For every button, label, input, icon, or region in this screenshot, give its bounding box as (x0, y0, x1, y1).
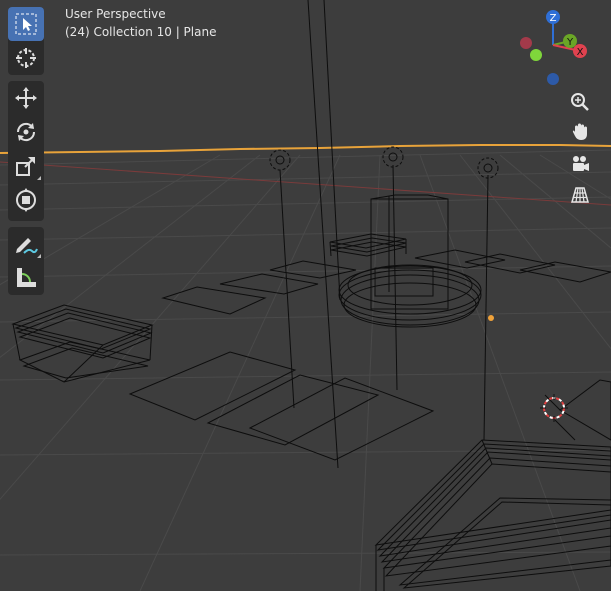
navigation-gizmo[interactable]: Z Y X (510, 5, 600, 90)
grid-icon (571, 187, 589, 203)
camera-icon (573, 156, 589, 171)
cursor-crosshair-icon (16, 48, 36, 68)
pan-button[interactable] (566, 118, 594, 146)
y-axis-label: Y (566, 37, 574, 48)
hand-icon (572, 123, 587, 140)
tool-shelf-transform (8, 81, 44, 221)
neg-x-axis-icon[interactable] (520, 37, 532, 49)
pencil-icon (16, 238, 38, 254)
cursor-tool[interactable] (8, 41, 44, 75)
x-axis-label: X (577, 47, 584, 58)
move-arrows-icon (15, 87, 37, 109)
z-axis-label: Z (550, 13, 557, 24)
select-box-icon (15, 13, 37, 35)
rotate-icon (16, 122, 36, 142)
transform-icon (16, 188, 36, 212)
submenu-indicator (37, 176, 41, 180)
submenu-indicator (37, 254, 41, 258)
move-tool[interactable] (8, 81, 44, 115)
scale-icon (16, 157, 35, 176)
transform-tool[interactable] (8, 183, 44, 217)
ruler-icon (17, 268, 36, 287)
camera-view-button[interactable] (566, 150, 594, 178)
view-name-label: User Perspective (65, 7, 166, 21)
object-info-label: (24) Collection 10 | Plane (65, 25, 217, 39)
floor-grid (0, 149, 611, 591)
zoom-button[interactable] (566, 88, 594, 116)
perspective-toggle-button[interactable] (566, 181, 594, 209)
scale-tool[interactable] (8, 149, 44, 183)
measure-tool[interactable] (8, 261, 44, 295)
rotate-tool[interactable] (8, 115, 44, 149)
zoom-icon (571, 93, 589, 111)
neg-z-axis-icon[interactable] (547, 73, 559, 85)
3d-cursor[interactable] (540, 394, 568, 422)
tool-shelf-annotate (8, 227, 44, 295)
annotate-tool[interactable] (8, 227, 44, 261)
neg-y-axis-icon[interactable] (530, 49, 542, 61)
tool-shelf-select (8, 7, 44, 75)
select-box-tool[interactable] (8, 7, 44, 41)
3d-viewport[interactable]: User Perspective (24) Collection 10 | Pl… (0, 0, 611, 591)
object-origin-dot (488, 315, 494, 321)
